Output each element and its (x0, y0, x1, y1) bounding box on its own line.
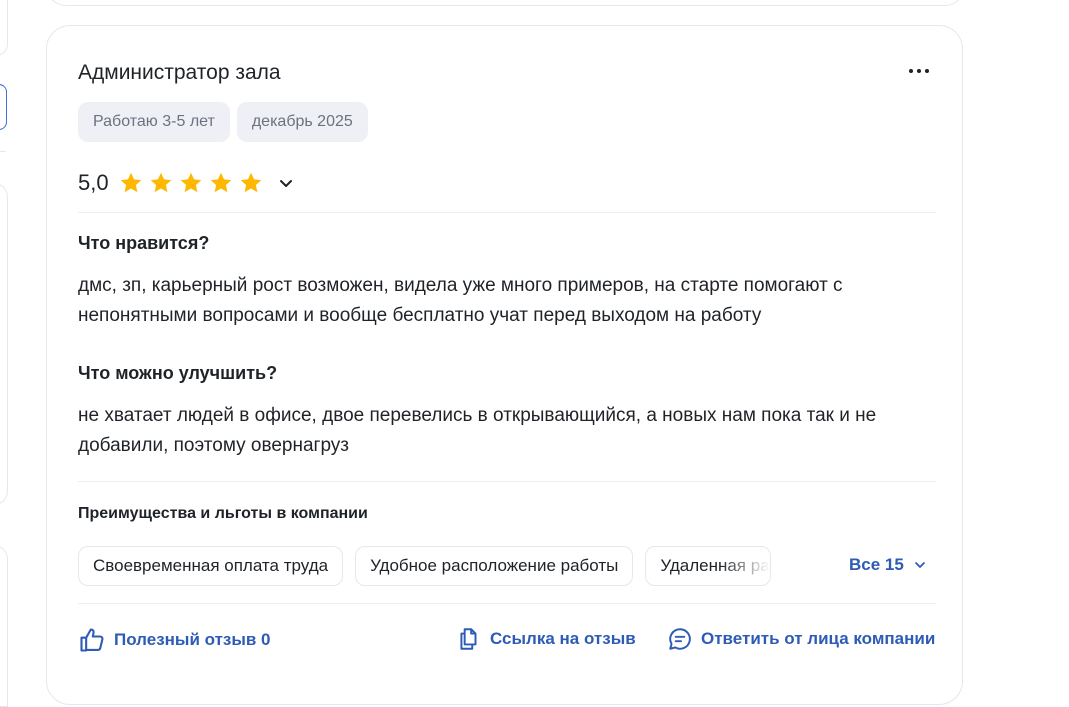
company-reply-button[interactable]: Ответить от лица компании (667, 626, 935, 652)
left-card-fragment (0, 0, 8, 56)
star-icon (118, 170, 144, 196)
left-divider-fragment (0, 151, 6, 152)
more-icon-dot (917, 69, 921, 73)
chevron-down-icon[interactable] (274, 171, 298, 195)
company-reply-label: Ответить от лица компании (701, 629, 936, 648)
tag-date: декабрь 2025 (236, 102, 368, 142)
benefit-chip[interactable]: Удаленная работа (645, 546, 772, 586)
divider (78, 603, 936, 604)
useful-review-label: Полезный отзыв 0 (114, 630, 271, 649)
more-icon-dot (925, 69, 929, 73)
more-icon (909, 69, 913, 73)
likes-heading: Что нравится? (78, 233, 210, 253)
improve-text: не хватает людей в офисе, двое перевелис… (78, 405, 877, 456)
show-all-benefits-button[interactable]: Все 15 (849, 555, 928, 575)
likes-text: дмс, зп, карьерный рост возможен, видела… (78, 275, 843, 326)
useful-review-button[interactable]: Полезный отзыв 0 (78, 626, 271, 654)
review-title: Администратор зала (78, 61, 281, 84)
benefit-chip[interactable]: Удобное расположение работы (355, 546, 634, 586)
tag-experience: Работаю 3-5 лет (78, 102, 230, 142)
thumbs-up-icon (80, 628, 104, 652)
copy-link-icon (460, 628, 477, 650)
star-icon (238, 170, 264, 196)
rating-value: 5,0 (78, 170, 109, 195)
review-tags: Работаю 3-5 лет декабрь 2025 (78, 102, 368, 142)
review-link-label: Ссылка на отзыв (490, 629, 636, 648)
chat-bubble-icon (669, 628, 691, 650)
review-actions: Полезный отзыв 0 Ссылка на отзыв Ответит… (78, 626, 938, 656)
more-options-button[interactable] (899, 56, 939, 86)
improve-heading: Что можно улучшить? (78, 363, 278, 383)
show-all-label: Все 15 (849, 555, 904, 574)
star-icon (178, 170, 204, 196)
left-input-fragment[interactable] (0, 84, 7, 130)
rating-stars (118, 170, 264, 196)
previous-review-card-fragment (46, 0, 965, 6)
left-panel-fragment (0, 183, 8, 505)
review-card: Администратор зала Работаю 3-5 лет декаб… (46, 25, 963, 705)
divider (78, 481, 936, 482)
review-link-button[interactable]: Ссылка на отзыв (456, 626, 636, 652)
star-icon (208, 170, 234, 196)
left-panel-fragment-lower (0, 545, 8, 707)
benefit-chip[interactable]: Своевременная оплата труда (78, 546, 344, 586)
rating-row: 5,0 (78, 170, 298, 196)
chevron-down-icon (914, 562, 925, 568)
star-icon (148, 170, 174, 196)
benefits-heading: Преимущества и льготы в компании (78, 505, 368, 522)
benefits-list: Своевременная оплата труда Удобное распо… (78, 546, 772, 586)
divider (78, 212, 936, 213)
